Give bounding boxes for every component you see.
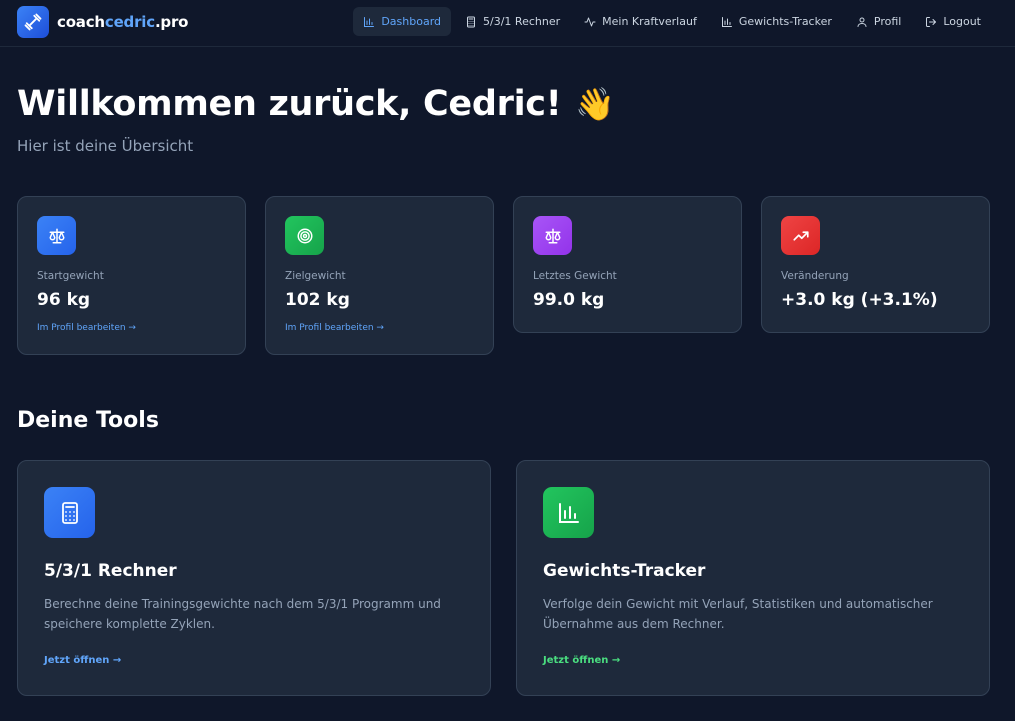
welcome-heading: Willkommen zurück, Cedric! — [17, 84, 562, 124]
nav-item-label: Dashboard — [381, 15, 442, 28]
nav-item-dashboard[interactable]: Dashboard — [353, 7, 452, 36]
logo-text: coachcedric.pro — [57, 13, 189, 31]
tool-title: 5/3/1 Rechner — [44, 561, 177, 581]
stat-card-startgewicht: Startgewicht 96 kg Im Profil bearbeiten … — [17, 196, 246, 355]
stat-label: Zielgewicht — [285, 270, 346, 282]
bar-chart-icon — [364, 16, 375, 27]
stat-value: 102 kg — [285, 290, 350, 310]
top-navbar: coachcedric.pro Dashboard 5/3/1 Rechner … — [0, 0, 1015, 47]
edit-profile-link[interactable]: Im Profil bearbeiten → — [37, 323, 136, 333]
waving-hand-icon: 👋 — [575, 85, 615, 123]
edit-profile-link[interactable]: Im Profil bearbeiten → — [285, 323, 384, 333]
page-title: Willkommen zurück, Cedric! 👋 — [17, 84, 615, 124]
calculator-icon — [44, 487, 95, 538]
page-subtitle: Hier ist deine Übersicht — [17, 137, 194, 155]
nav-item-gewichts-tracker[interactable]: Gewichts-Tracker — [711, 7, 842, 36]
bar-chart-icon — [543, 487, 594, 538]
bar-chart-icon — [721, 16, 732, 27]
nav-item-profil[interactable]: Profil — [846, 7, 911, 36]
stat-label: Startgewicht — [37, 270, 104, 282]
nav-item-kraftverlauf[interactable]: Mein Kraftverlauf — [574, 7, 707, 36]
nav-item-rechner[interactable]: 5/3/1 Rechner — [455, 7, 570, 36]
stat-label: Letztes Gewicht — [533, 270, 617, 282]
stat-label: Veränderung — [781, 270, 849, 282]
open-tool-link[interactable]: Jetzt öffnen → — [44, 655, 121, 666]
stat-card-veraenderung: Veränderung +3.0 kg (+3.1%) — [761, 196, 990, 333]
trending-up-icon — [781, 216, 820, 255]
tool-description: Berechne deine Trainingsgewichte nach de… — [44, 597, 441, 631]
scale-icon — [533, 216, 572, 255]
stat-card-zielgewicht: Zielgewicht 102 kg Im Profil bearbeiten … — [265, 196, 494, 355]
activity-icon — [584, 17, 596, 26]
logout-icon — [926, 16, 937, 27]
nav-item-label: Profil — [873, 15, 902, 28]
nav-item-label: Mein Kraftverlauf — [602, 15, 697, 28]
calculator-icon — [467, 16, 476, 27]
nav-item-label: Logout — [943, 15, 981, 28]
logo[interactable]: coachcedric.pro — [17, 6, 188, 38]
section-title: Deine Tools — [17, 408, 159, 433]
stat-value: 99.0 kg — [533, 290, 605, 310]
tool-card-rechner[interactable]: 5/3/1 Rechner Berechne deine Trainingsge… — [17, 460, 491, 696]
nav-menu: Dashboard 5/3/1 Rechner Mein Kraftverlau… — [353, 7, 991, 36]
nav-item-label: Gewichts-Tracker — [738, 15, 832, 28]
stat-card-letztes-gewicht: Letztes Gewicht 99.0 kg — [513, 196, 742, 333]
dumbbell-icon — [17, 6, 49, 38]
tool-description: Verfolge dein Gewicht mit Verlauf, Stati… — [543, 597, 933, 631]
tool-title: Gewichts-Tracker — [543, 561, 706, 581]
tool-card-gewichts-tracker[interactable]: Gewichts-Tracker Verfolge dein Gewicht m… — [516, 460, 990, 696]
stat-value: +3.0 kg (+3.1%) — [781, 290, 938, 310]
target-icon — [285, 216, 324, 255]
scale-icon — [37, 216, 76, 255]
stat-value: 96 kg — [37, 290, 91, 310]
nav-item-label: 5/3/1 Rechner — [483, 15, 561, 28]
nav-item-logout[interactable]: Logout — [915, 7, 991, 36]
user-icon — [857, 17, 867, 27]
open-tool-link[interactable]: Jetzt öffnen → — [543, 655, 620, 666]
